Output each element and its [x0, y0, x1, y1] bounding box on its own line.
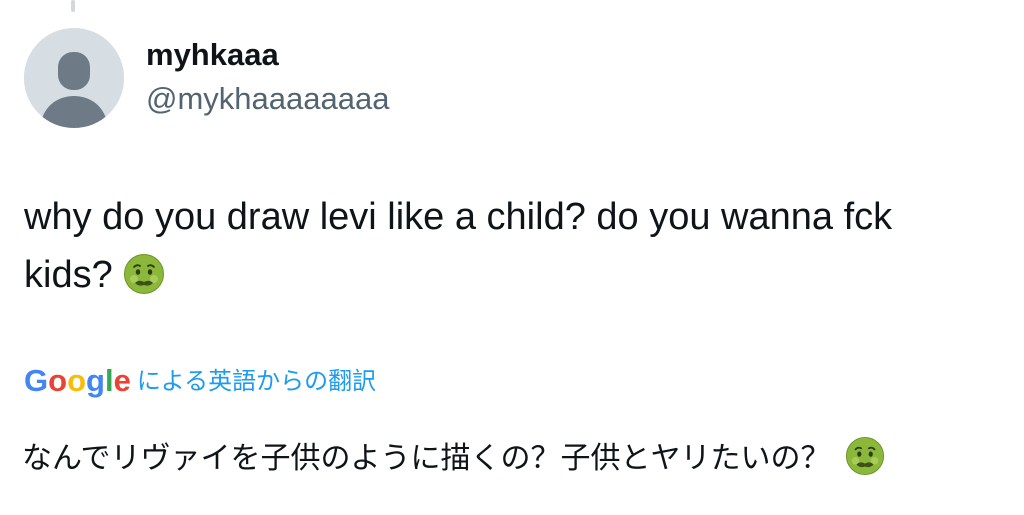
tweet-text: why do you draw levi like a child? do yo…	[24, 188, 984, 304]
translated-by-label[interactable]: による英語からの翻訳	[137, 361, 376, 401]
translation-attribution[interactable]: Google による英語からの翻訳	[24, 361, 376, 401]
user-info: myhkaaa @mykhaaaaaaaa	[146, 36, 1004, 118]
thread-connector-line	[71, 0, 75, 12]
avatar[interactable]	[24, 28, 124, 128]
nauseated-face-icon	[845, 436, 885, 476]
default-profile-icon	[24, 28, 124, 128]
nauseated-face-icon	[123, 253, 165, 295]
user-handle[interactable]: @mykhaaaaaaaa	[146, 80, 1004, 118]
tweet-text-line-1: why do you draw levi like a child? do yo…	[24, 196, 893, 238]
google-logo-letter: o	[48, 363, 68, 398]
google-logo: Google	[24, 361, 131, 401]
google-logo-letter: e	[113, 363, 131, 398]
translated-text-body: なんでリヴァイを子供のように描くの？子供とヤリたいの？	[22, 441, 831, 476]
google-logo-letter: l	[104, 363, 114, 398]
google-logo-letter: G	[24, 363, 49, 398]
google-logo-letter: g	[86, 363, 105, 398]
translated-tweet-text: なんでリヴァイを子供のように描くの？子供とヤリたいの？	[22, 436, 1002, 482]
google-logo-letter: o	[67, 363, 86, 398]
tweet-text-line-2: kids?	[24, 254, 113, 296]
display-name[interactable]: myhkaaa	[146, 36, 1004, 74]
